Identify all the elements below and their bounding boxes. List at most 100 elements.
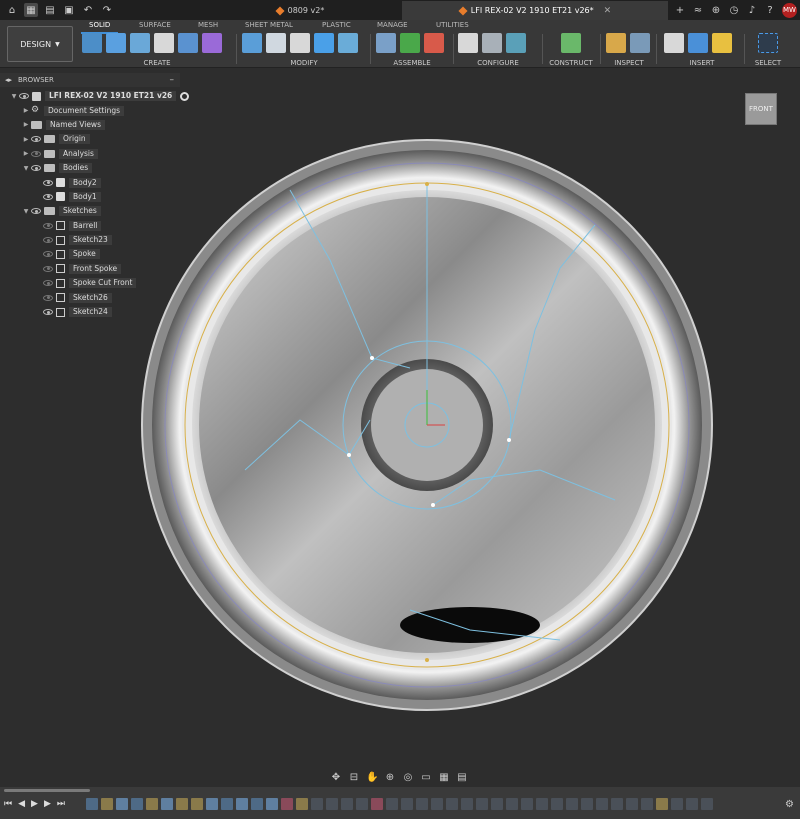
fillet-icon[interactable] bbox=[266, 33, 286, 53]
timeline-feature[interactable] bbox=[236, 798, 248, 810]
eye-icon[interactable] bbox=[43, 179, 53, 186]
eye-hidden-icon[interactable] bbox=[31, 150, 41, 157]
tab-sheet-metal[interactable]: SHEET METAL bbox=[245, 21, 293, 29]
group-inspect-label[interactable]: INSPECT bbox=[606, 59, 652, 67]
pan-icon[interactable]: ✋ bbox=[366, 772, 378, 784]
timeline-feature[interactable] bbox=[266, 798, 278, 810]
timeline-feature[interactable] bbox=[251, 798, 263, 810]
eye-icon[interactable] bbox=[31, 136, 41, 143]
group-configure-label[interactable]: CONFIGURE bbox=[458, 59, 538, 67]
select-icon[interactable] bbox=[758, 33, 778, 53]
tree-root[interactable]: ▼ LFI REX-02 V2 1910 ET21 v26 bbox=[0, 89, 200, 103]
chevron-right-icon[interactable]: ▶ bbox=[21, 150, 31, 157]
go-to-start-icon[interactable]: ⏮ bbox=[4, 799, 12, 809]
timeline-feature[interactable] bbox=[521, 798, 533, 810]
panel-toggle-icon[interactable]: ◂▸ bbox=[5, 76, 12, 84]
timeline-feature[interactable] bbox=[686, 798, 698, 810]
timeline-feature[interactable] bbox=[641, 798, 653, 810]
display-settings-icon[interactable]: ▭ bbox=[420, 772, 432, 784]
doc-tab-1[interactable]: 0809 v2* bbox=[200, 1, 400, 20]
timeline-feature[interactable] bbox=[671, 798, 683, 810]
timeline-feature[interactable] bbox=[101, 798, 113, 810]
tree-item-sketches[interactable]: ▼ Sketches bbox=[0, 204, 200, 218]
timeline-feature[interactable] bbox=[611, 798, 623, 810]
timeline-feature[interactable] bbox=[371, 798, 383, 810]
plane-icon[interactable] bbox=[561, 33, 581, 53]
viewports-icon[interactable]: ▤ bbox=[456, 772, 468, 784]
save-icon[interactable]: ▣ bbox=[62, 3, 76, 17]
group-assemble-label[interactable]: ASSEMBLE bbox=[376, 59, 448, 67]
timeline-feature[interactable] bbox=[191, 798, 203, 810]
timeline-feature[interactable] bbox=[581, 798, 593, 810]
workspace-switcher[interactable]: DESIGN ▼ bbox=[7, 26, 73, 62]
tree-item-sketch-spoke[interactable]: Spoke bbox=[0, 247, 200, 261]
tree-item-document-settings[interactable]: ▶ ⚙ Document Settings bbox=[0, 103, 200, 117]
zoom-icon[interactable]: ⊕ bbox=[384, 772, 396, 784]
view-cube[interactable]: FRONT bbox=[745, 93, 777, 125]
eye-hidden-icon[interactable] bbox=[43, 237, 53, 244]
tree-item-bodies[interactable]: ▼ Bodies bbox=[0, 161, 200, 175]
timeline-feature[interactable] bbox=[536, 798, 548, 810]
timeline-feature[interactable] bbox=[416, 798, 428, 810]
group-create-label[interactable]: CREATE bbox=[82, 59, 232, 67]
home-icon[interactable]: ⌂ bbox=[5, 3, 19, 17]
tree-item-sketch-front-spoke[interactable]: Front Spoke bbox=[0, 262, 200, 276]
chevron-right-icon[interactable]: ▶ bbox=[21, 136, 31, 143]
tab-utilities[interactable]: UTILITIES bbox=[436, 21, 469, 29]
timeline-feature[interactable] bbox=[461, 798, 473, 810]
timeline-feature[interactable] bbox=[596, 798, 608, 810]
timeline-feature[interactable] bbox=[401, 798, 413, 810]
timeline-feature[interactable] bbox=[476, 798, 488, 810]
combine-icon[interactable] bbox=[314, 33, 334, 53]
insert-mcmaster-icon[interactable] bbox=[712, 33, 732, 53]
go-to-end-icon[interactable]: ⏭ bbox=[57, 799, 65, 809]
timeline-feature[interactable] bbox=[566, 798, 578, 810]
timeline-feature[interactable] bbox=[626, 798, 638, 810]
eye-icon[interactable] bbox=[31, 165, 41, 172]
timeline-feature[interactable] bbox=[86, 798, 98, 810]
timeline-feature[interactable] bbox=[161, 798, 173, 810]
timeline-feature[interactable] bbox=[221, 798, 233, 810]
tree-item-sketch24[interactable]: Sketch24 bbox=[0, 305, 200, 319]
measure-icon[interactable] bbox=[606, 33, 626, 53]
close-tab-icon[interactable]: ✕ bbox=[604, 6, 612, 16]
tab-plastic[interactable]: PLASTIC bbox=[322, 21, 351, 29]
eye-icon[interactable] bbox=[31, 208, 41, 215]
group-select-label[interactable]: SELECT bbox=[748, 59, 788, 67]
timeline-feature[interactable] bbox=[146, 798, 158, 810]
timeline-feature[interactable] bbox=[506, 798, 518, 810]
eye-icon[interactable] bbox=[19, 93, 29, 100]
redo-icon[interactable]: ↷ bbox=[100, 3, 114, 17]
table-icon[interactable] bbox=[482, 33, 502, 53]
file-icon[interactable]: ▤ bbox=[43, 3, 57, 17]
configure-icon[interactable] bbox=[458, 33, 478, 53]
play-icon[interactable]: ▶ bbox=[31, 799, 38, 809]
timeline-scrollbar[interactable] bbox=[4, 789, 90, 792]
doc-tab-2[interactable]: LFI REX-02 V2 1910 ET21 v26* ✕ bbox=[402, 1, 668, 20]
timeline-feature[interactable] bbox=[431, 798, 443, 810]
timeline-feature[interactable] bbox=[131, 798, 143, 810]
chevron-down-icon[interactable]: ▼ bbox=[21, 208, 31, 215]
step-forward-icon[interactable]: ▶ bbox=[44, 799, 51, 809]
group-construct-label[interactable]: CONSTRUCT bbox=[546, 59, 596, 67]
eye-icon[interactable] bbox=[43, 193, 53, 200]
orbit-icon[interactable]: ✥ bbox=[330, 772, 342, 784]
tab-manage[interactable]: MANAGE bbox=[377, 21, 408, 29]
eye-icon[interactable] bbox=[43, 309, 53, 316]
tab-mesh[interactable]: MESH bbox=[198, 21, 218, 29]
grid-settings-icon[interactable]: ▦ bbox=[438, 772, 450, 784]
eye-hidden-icon[interactable] bbox=[43, 222, 53, 229]
step-back-icon[interactable]: ◀ bbox=[18, 799, 25, 809]
timeline-feature[interactable] bbox=[386, 798, 398, 810]
timeline-feature[interactable] bbox=[341, 798, 353, 810]
shell-icon[interactable] bbox=[290, 33, 310, 53]
jobs-icon[interactable]: ≈ bbox=[689, 5, 707, 16]
tab-solid[interactable]: SOLID bbox=[80, 21, 119, 34]
chevron-right-icon[interactable]: ▶ bbox=[21, 121, 31, 128]
section-analysis-icon[interactable] bbox=[630, 33, 650, 53]
tree-item-origin[interactable]: ▶ Origin bbox=[0, 132, 200, 146]
extrude-icon[interactable] bbox=[106, 33, 126, 53]
group-insert-label[interactable]: INSERT bbox=[664, 59, 740, 67]
chevron-down-icon[interactable]: ▼ bbox=[21, 165, 31, 172]
tree-item-body2[interactable]: Body2 bbox=[0, 175, 200, 189]
